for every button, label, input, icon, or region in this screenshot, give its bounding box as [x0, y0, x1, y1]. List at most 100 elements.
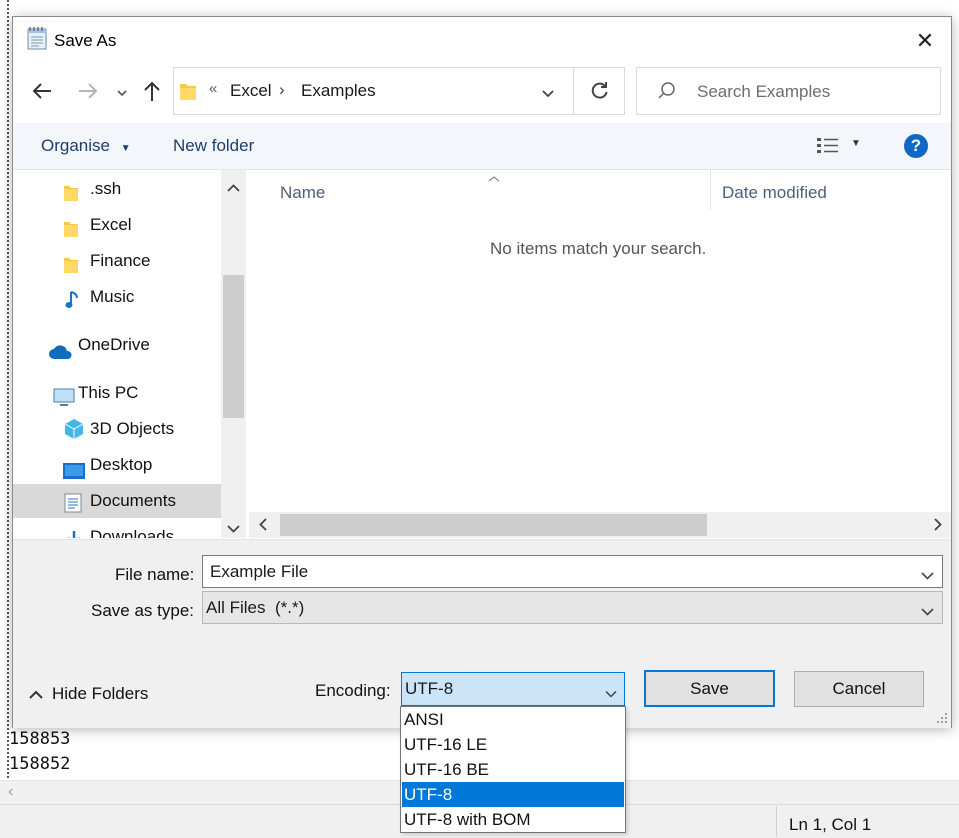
- cancel-button[interactable]: Cancel: [794, 671, 924, 707]
- breadcrumb-excel[interactable]: Excel: [230, 81, 272, 101]
- view-dropdown-icon[interactable]: ▼: [851, 138, 861, 149]
- scroll-left-icon[interactable]: [259, 518, 268, 536]
- file-name-label: File name:: [115, 565, 195, 584]
- cloud-icon: [48, 338, 74, 372]
- nav-item-label: Downloads: [90, 527, 175, 538]
- option-label: UTF-16 BE: [404, 760, 490, 779]
- save-as-type-value: All Files (*.*): [206, 598, 305, 617]
- file-name-field[interactable]: Example File: [202, 555, 943, 588]
- title-bar[interactable]: Save As ✕: [13, 17, 951, 63]
- save-button[interactable]: Save: [644, 670, 775, 707]
- organise-button[interactable]: Organise ▼: [41, 136, 131, 156]
- refresh-button[interactable]: [573, 67, 625, 115]
- nav-item-desktop[interactable]: Desktop: [13, 448, 221, 482]
- music-icon: [65, 288, 81, 322]
- file-list[interactable]: Name Date modified No items match your s…: [247, 170, 951, 538]
- nav-item-label: Excel: [90, 215, 132, 234]
- help-icon[interactable]: ?: [904, 134, 928, 158]
- search-input[interactable]: Search Examples: [697, 82, 830, 102]
- nav-item-this-pc[interactable]: This PC: [13, 376, 221, 410]
- nav-item-ssh[interactable]: .ssh: [13, 172, 221, 206]
- notepad-app-icon: [25, 25, 49, 56]
- nav-item-label: OneDrive: [78, 335, 150, 354]
- address-overflow[interactable]: «: [209, 80, 217, 97]
- save-as-type-dropdown-icon[interactable]: [921, 603, 934, 621]
- encoding-label: Encoding:: [315, 681, 391, 700]
- nav-item-label: Desktop: [90, 455, 153, 474]
- forward-arrow-icon[interactable]: [77, 81, 99, 105]
- encoding-option-utf16-le[interactable]: UTF-16 LE: [402, 732, 624, 757]
- column-header-date-modified[interactable]: Date modified: [722, 183, 827, 203]
- scroll-right-icon[interactable]: [933, 518, 942, 536]
- nav-item-excel[interactable]: Excel: [13, 208, 221, 242]
- sort-ascending-icon: [488, 170, 500, 188]
- encoding-dropdown-list: ANSI UTF-16 LE UTF-16 BE UTF-8 UTF-8 wit…: [400, 706, 626, 833]
- breadcrumb-examples[interactable]: Examples: [301, 81, 376, 101]
- column-header-name[interactable]: Name: [280, 183, 325, 203]
- recent-locations-chevron-icon[interactable]: [116, 85, 128, 103]
- encoding-dropdown-icon[interactable]: [605, 685, 617, 703]
- empty-message: No items match your search.: [490, 239, 707, 258]
- scroll-down-icon[interactable]: [227, 520, 240, 538]
- up-arrow-icon[interactable]: [142, 79, 162, 108]
- organise-dropdown-icon: ▼: [120, 143, 131, 154]
- option-label: UTF-16 LE: [404, 735, 488, 754]
- view-options-icon[interactable]: [816, 136, 840, 161]
- status-divider: [776, 806, 777, 837]
- encoding-option-utf8[interactable]: UTF-8: [402, 782, 624, 807]
- encoding-value: UTF-8: [405, 679, 454, 698]
- new-folder-button[interactable]: New folder: [173, 136, 254, 156]
- close-icon[interactable]: ✕: [913, 29, 937, 53]
- option-label: UTF-8 with BOM: [404, 810, 531, 829]
- scrollbar-thumb[interactable]: [223, 275, 244, 418]
- nav-item-downloads[interactable]: Downloads: [13, 520, 221, 538]
- address-bar[interactable]: « Excel › Examples: [173, 67, 625, 115]
- file-name-dropdown-icon[interactable]: [921, 567, 934, 585]
- refresh-icon: [588, 80, 610, 107]
- nav-item-3d-objects[interactable]: 3D Objects: [13, 412, 221, 446]
- command-toolbar: Organise ▼ New folder ▼ ?: [13, 123, 951, 170]
- encoding-option-utf8-bom[interactable]: UTF-8 with BOM: [402, 807, 624, 832]
- nav-item-label: Documents: [90, 491, 176, 510]
- scroll-up-icon[interactable]: [227, 180, 240, 198]
- nav-item-label: 3D Objects: [90, 419, 175, 438]
- encoding-option-ansi[interactable]: ANSI: [402, 707, 624, 732]
- nav-item-documents[interactable]: Documents: [13, 484, 221, 518]
- notepad-text-line[interactable]: 158852: [9, 754, 70, 774]
- option-label: ANSI: [404, 710, 444, 729]
- folder-icon: [179, 80, 197, 107]
- hide-folders-label: Hide Folders: [52, 684, 149, 703]
- resize-grip-icon[interactable]: [936, 711, 948, 729]
- nav-item-label: This PC: [78, 383, 139, 402]
- column-divider[interactable]: [710, 170, 711, 210]
- search-box[interactable]: Search Examples: [636, 67, 941, 115]
- nav-item-finance[interactable]: Finance: [13, 244, 221, 278]
- nav-item-label: Music: [90, 287, 135, 306]
- nav-item-music[interactable]: Music: [13, 280, 221, 314]
- save-as-type-label: Save as type:: [91, 601, 195, 620]
- option-label: UTF-8: [404, 785, 453, 804]
- nav-item-label: .ssh: [90, 179, 122, 198]
- organise-label: Organise: [41, 136, 110, 155]
- scroll-left-icon[interactable]: ‹: [8, 783, 13, 801]
- save-as-type-select[interactable]: All Files (*.*): [202, 591, 943, 624]
- address-dropdown-chevron-icon[interactable]: [541, 86, 555, 104]
- nav-item-label: Finance: [90, 251, 151, 270]
- notepad-text-line[interactable]: 158853: [9, 729, 70, 749]
- nav-item-onedrive[interactable]: OneDrive: [13, 328, 221, 362]
- notepad-edit-margin: [7, 0, 9, 780]
- back-arrow-icon[interactable]: [31, 81, 53, 105]
- encoding-option-utf16-be[interactable]: UTF-16 BE: [402, 757, 624, 782]
- cursor-position: Ln 1, Col 1: [789, 815, 872, 834]
- cube-icon: [63, 418, 85, 452]
- breadcrumb-separator: ›: [279, 80, 285, 99]
- save-as-dialog: Save As ✕ « Excel › Examples Search Exam: [12, 16, 952, 728]
- navigation-pane: .ssh Excel Finance Music OneDrive This P…: [13, 170, 221, 538]
- search-icon: [657, 81, 677, 106]
- scrollbar-thumb[interactable]: [280, 514, 707, 536]
- dialog-title: Save As: [54, 31, 117, 50]
- chevron-up-icon: [29, 687, 43, 705]
- file-name-value[interactable]: Example File: [210, 562, 308, 582]
- download-icon: [65, 528, 83, 538]
- encoding-select[interactable]: UTF-8: [401, 672, 625, 706]
